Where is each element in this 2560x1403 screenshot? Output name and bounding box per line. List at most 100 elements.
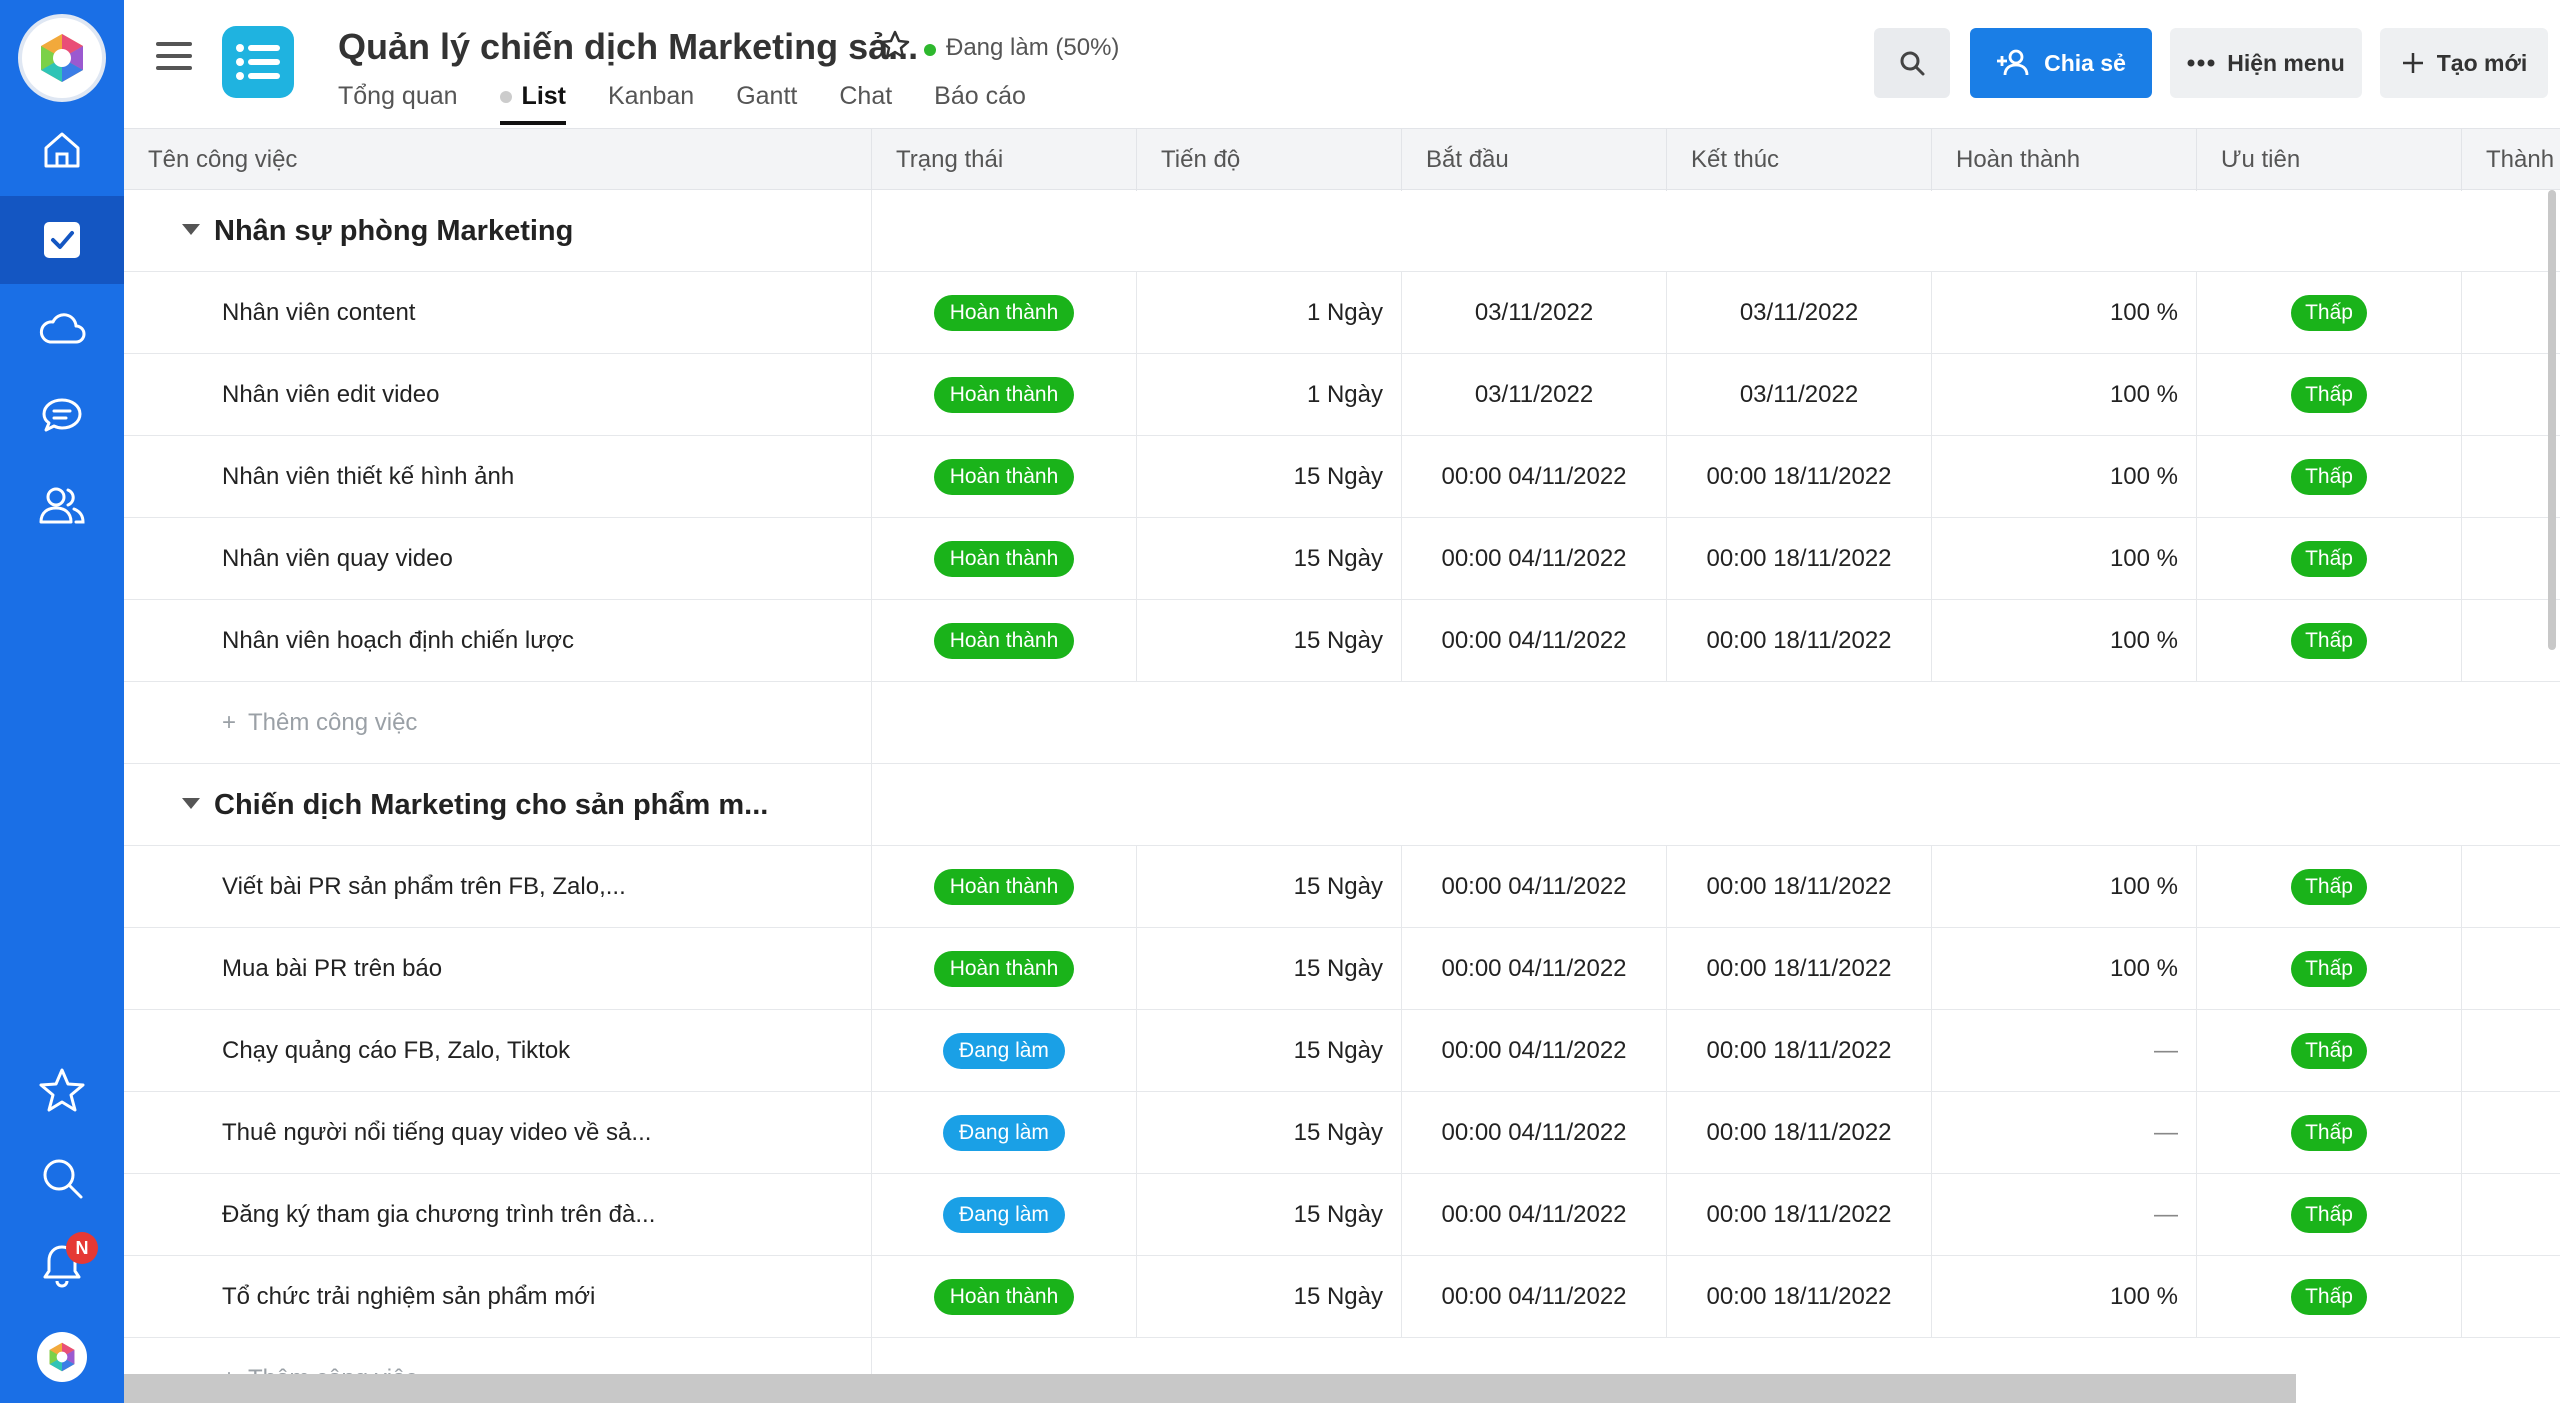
priority-badge[interactable]: Thấp: [2291, 1033, 2367, 1069]
task-row[interactable]: Chạy quảng cáo FB, Zalo, Tiktok Đang làm 1…: [124, 1010, 2560, 1092]
end-cell[interactable]: 00:00 18/11/2022: [1667, 1092, 1932, 1174]
task-name-cell[interactable]: Nhân viên content: [124, 272, 872, 354]
col-end[interactable]: Kết thúc: [1667, 129, 1932, 191]
status-badge[interactable]: Đang làm: [943, 1115, 1065, 1151]
task-name-cell[interactable]: Mua bài PR trên báo: [124, 928, 872, 1010]
status-badge[interactable]: Hoàn thành: [933, 951, 1075, 987]
nav-home[interactable]: [0, 106, 124, 194]
priority-badge[interactable]: Thấp: [2291, 295, 2367, 331]
priority-badge[interactable]: Thấp: [2291, 869, 2367, 905]
priority-cell[interactable]: Thấp: [2197, 1256, 2462, 1338]
add-task-row[interactable]: + Thêm công việc: [124, 682, 2560, 764]
task-row[interactable]: Nhân viên content Hoàn thành 1 Ngày 03/11/2…: [124, 272, 2560, 354]
complete-cell[interactable]: 100 %: [1932, 272, 2197, 354]
priority-cell[interactable]: Thấp: [2197, 272, 2462, 354]
priority-badge[interactable]: Thấp: [2291, 1115, 2367, 1151]
status-badge[interactable]: Hoàn thành: [933, 459, 1075, 495]
status-badge[interactable]: Đang làm: [943, 1033, 1065, 1069]
end-cell[interactable]: 00:00 18/11/2022: [1667, 600, 1932, 682]
status-badge[interactable]: Hoàn thành: [933, 541, 1075, 577]
status-cell[interactable]: Hoàn thành: [872, 272, 1137, 354]
start-cell[interactable]: 00:00 04/11/2022: [1402, 600, 1667, 682]
task-row[interactable]: Nhân viên hoạch định chiến lược Hoàn thàn…: [124, 600, 2560, 682]
share-button[interactable]: Chia sẻ: [1970, 28, 2152, 98]
progress-cell[interactable]: 15 Ngày: [1137, 518, 1402, 600]
task-row[interactable]: Nhân viên edit video Hoàn thành 1 Ngày 03/1…: [124, 354, 2560, 436]
task-name-cell[interactable]: Thuê người nổi tiếng quay video về sả...: [124, 1092, 872, 1174]
progress-cell[interactable]: 1 Ngày: [1137, 354, 1402, 436]
status-badge[interactable]: Hoàn thành: [933, 295, 1075, 331]
status-badge[interactable]: Hoàn thành: [933, 623, 1075, 659]
tab-overview[interactable]: Tổng quan: [338, 82, 458, 125]
priority-cell[interactable]: Thấp: [2197, 518, 2462, 600]
nav-notifications[interactable]: [0, 1222, 124, 1310]
priority-cell[interactable]: Thấp: [2197, 354, 2462, 436]
status-cell[interactable]: Hoàn thành: [872, 928, 1137, 1010]
status-badge[interactable]: Hoàn thành: [933, 377, 1075, 413]
nav-tasks[interactable]: [0, 196, 124, 284]
complete-cell[interactable]: 100 %: [1932, 518, 2197, 600]
complete-cell[interactable]: 100 %: [1932, 436, 2197, 518]
app-logo[interactable]: [18, 14, 106, 102]
tab-list[interactable]: List: [499, 82, 566, 125]
end-cell[interactable]: 03/11/2022: [1667, 272, 1932, 354]
progress-cell[interactable]: 15 Ngày: [1137, 600, 1402, 682]
start-cell[interactable]: 00:00 04/11/2022: [1402, 436, 1667, 518]
col-task-name[interactable]: Tên công việc: [124, 129, 872, 191]
user-avatar[interactable]: [37, 1332, 87, 1382]
members-cell[interactable]: [2462, 1256, 2560, 1338]
horizontal-scrollbar[interactable]: [124, 1374, 2296, 1403]
start-cell[interactable]: 00:00 04/11/2022: [1402, 846, 1667, 928]
start-cell[interactable]: 00:00 04/11/2022: [1402, 928, 1667, 1010]
progress-cell[interactable]: 15 Ngày: [1137, 846, 1402, 928]
status-cell[interactable]: Hoàn thành: [872, 354, 1137, 436]
start-cell[interactable]: 03/11/2022: [1402, 354, 1667, 436]
tab-chat[interactable]: Chat: [839, 82, 892, 125]
task-row[interactable]: Tổ chức trải nghiệm sản phẩm mới Hoàn thà…: [124, 1256, 2560, 1338]
task-name-cell[interactable]: Nhân viên quay video: [124, 518, 872, 600]
priority-cell[interactable]: Thấp: [2197, 846, 2462, 928]
priority-cell[interactable]: Thấp: [2197, 600, 2462, 682]
members-cell[interactable]: [2462, 600, 2560, 682]
priority-cell[interactable]: Thấp: [2197, 928, 2462, 1010]
members-cell[interactable]: [2462, 846, 2560, 928]
end-cell[interactable]: 00:00 18/11/2022: [1667, 1010, 1932, 1092]
priority-cell[interactable]: Thấp: [2197, 1174, 2462, 1256]
members-cell[interactable]: [2462, 1010, 2560, 1092]
priority-cell[interactable]: Thấp: [2197, 1092, 2462, 1174]
priority-badge[interactable]: Thấp: [2291, 1197, 2367, 1233]
progress-cell[interactable]: 15 Ngày: [1137, 928, 1402, 1010]
task-row[interactable]: Nhân viên thiết kế hình ảnh Hoàn thành 15 …: [124, 436, 2560, 518]
task-row[interactable]: Thuê người nổi tiếng quay video về sả...…: [124, 1092, 2560, 1174]
status-cell[interactable]: Hoàn thành: [872, 846, 1137, 928]
nav-search[interactable]: [0, 1134, 124, 1222]
end-cell[interactable]: 00:00 18/11/2022: [1667, 1174, 1932, 1256]
priority-badge[interactable]: Thấp: [2291, 1279, 2367, 1315]
vertical-scrollbar[interactable]: [2548, 190, 2556, 650]
nav-favorites[interactable]: [0, 1046, 124, 1134]
tab-gantt[interactable]: Gantt: [736, 82, 797, 125]
col-members[interactable]: Thành vi: [2462, 129, 2560, 191]
status-cell[interactable]: Hoàn thành: [872, 1256, 1137, 1338]
complete-cell[interactable]: 100 %: [1932, 354, 2197, 436]
show-menu-button[interactable]: Hiện menu: [2170, 28, 2362, 98]
status-cell[interactable]: Đang làm: [872, 1092, 1137, 1174]
task-name-cell[interactable]: Chạy quảng cáo FB, Zalo, Tiktok: [124, 1010, 872, 1092]
add-task-cell[interactable]: + Thêm công việc: [124, 682, 872, 764]
members-cell[interactable]: [2462, 436, 2560, 518]
nav-chat[interactable]: [0, 372, 124, 460]
task-name-cell[interactable]: Viết bài PR sản phẩm trên FB, Zalo,...: [124, 846, 872, 928]
status-cell[interactable]: Hoàn thành: [872, 436, 1137, 518]
start-cell[interactable]: 03/11/2022: [1402, 272, 1667, 354]
task-name-cell[interactable]: Nhân viên hoạch định chiến lược: [124, 600, 872, 682]
complete-cell[interactable]: —: [1932, 1174, 2197, 1256]
task-row[interactable]: Mua bài PR trên báo Hoàn thành 15 Ngày 00:0…: [124, 928, 2560, 1010]
task-row[interactable]: Đăng ký tham gia chương trình trên đà...…: [124, 1174, 2560, 1256]
start-cell[interactable]: 00:00 04/11/2022: [1402, 1092, 1667, 1174]
start-cell[interactable]: 00:00 04/11/2022: [1402, 1010, 1667, 1092]
progress-cell[interactable]: 15 Ngày: [1137, 1092, 1402, 1174]
start-cell[interactable]: 00:00 04/11/2022: [1402, 1174, 1667, 1256]
status-cell[interactable]: Hoàn thành: [872, 518, 1137, 600]
start-cell[interactable]: 00:00 04/11/2022: [1402, 1256, 1667, 1338]
col-priority[interactable]: Ưu tiên: [2197, 129, 2462, 191]
